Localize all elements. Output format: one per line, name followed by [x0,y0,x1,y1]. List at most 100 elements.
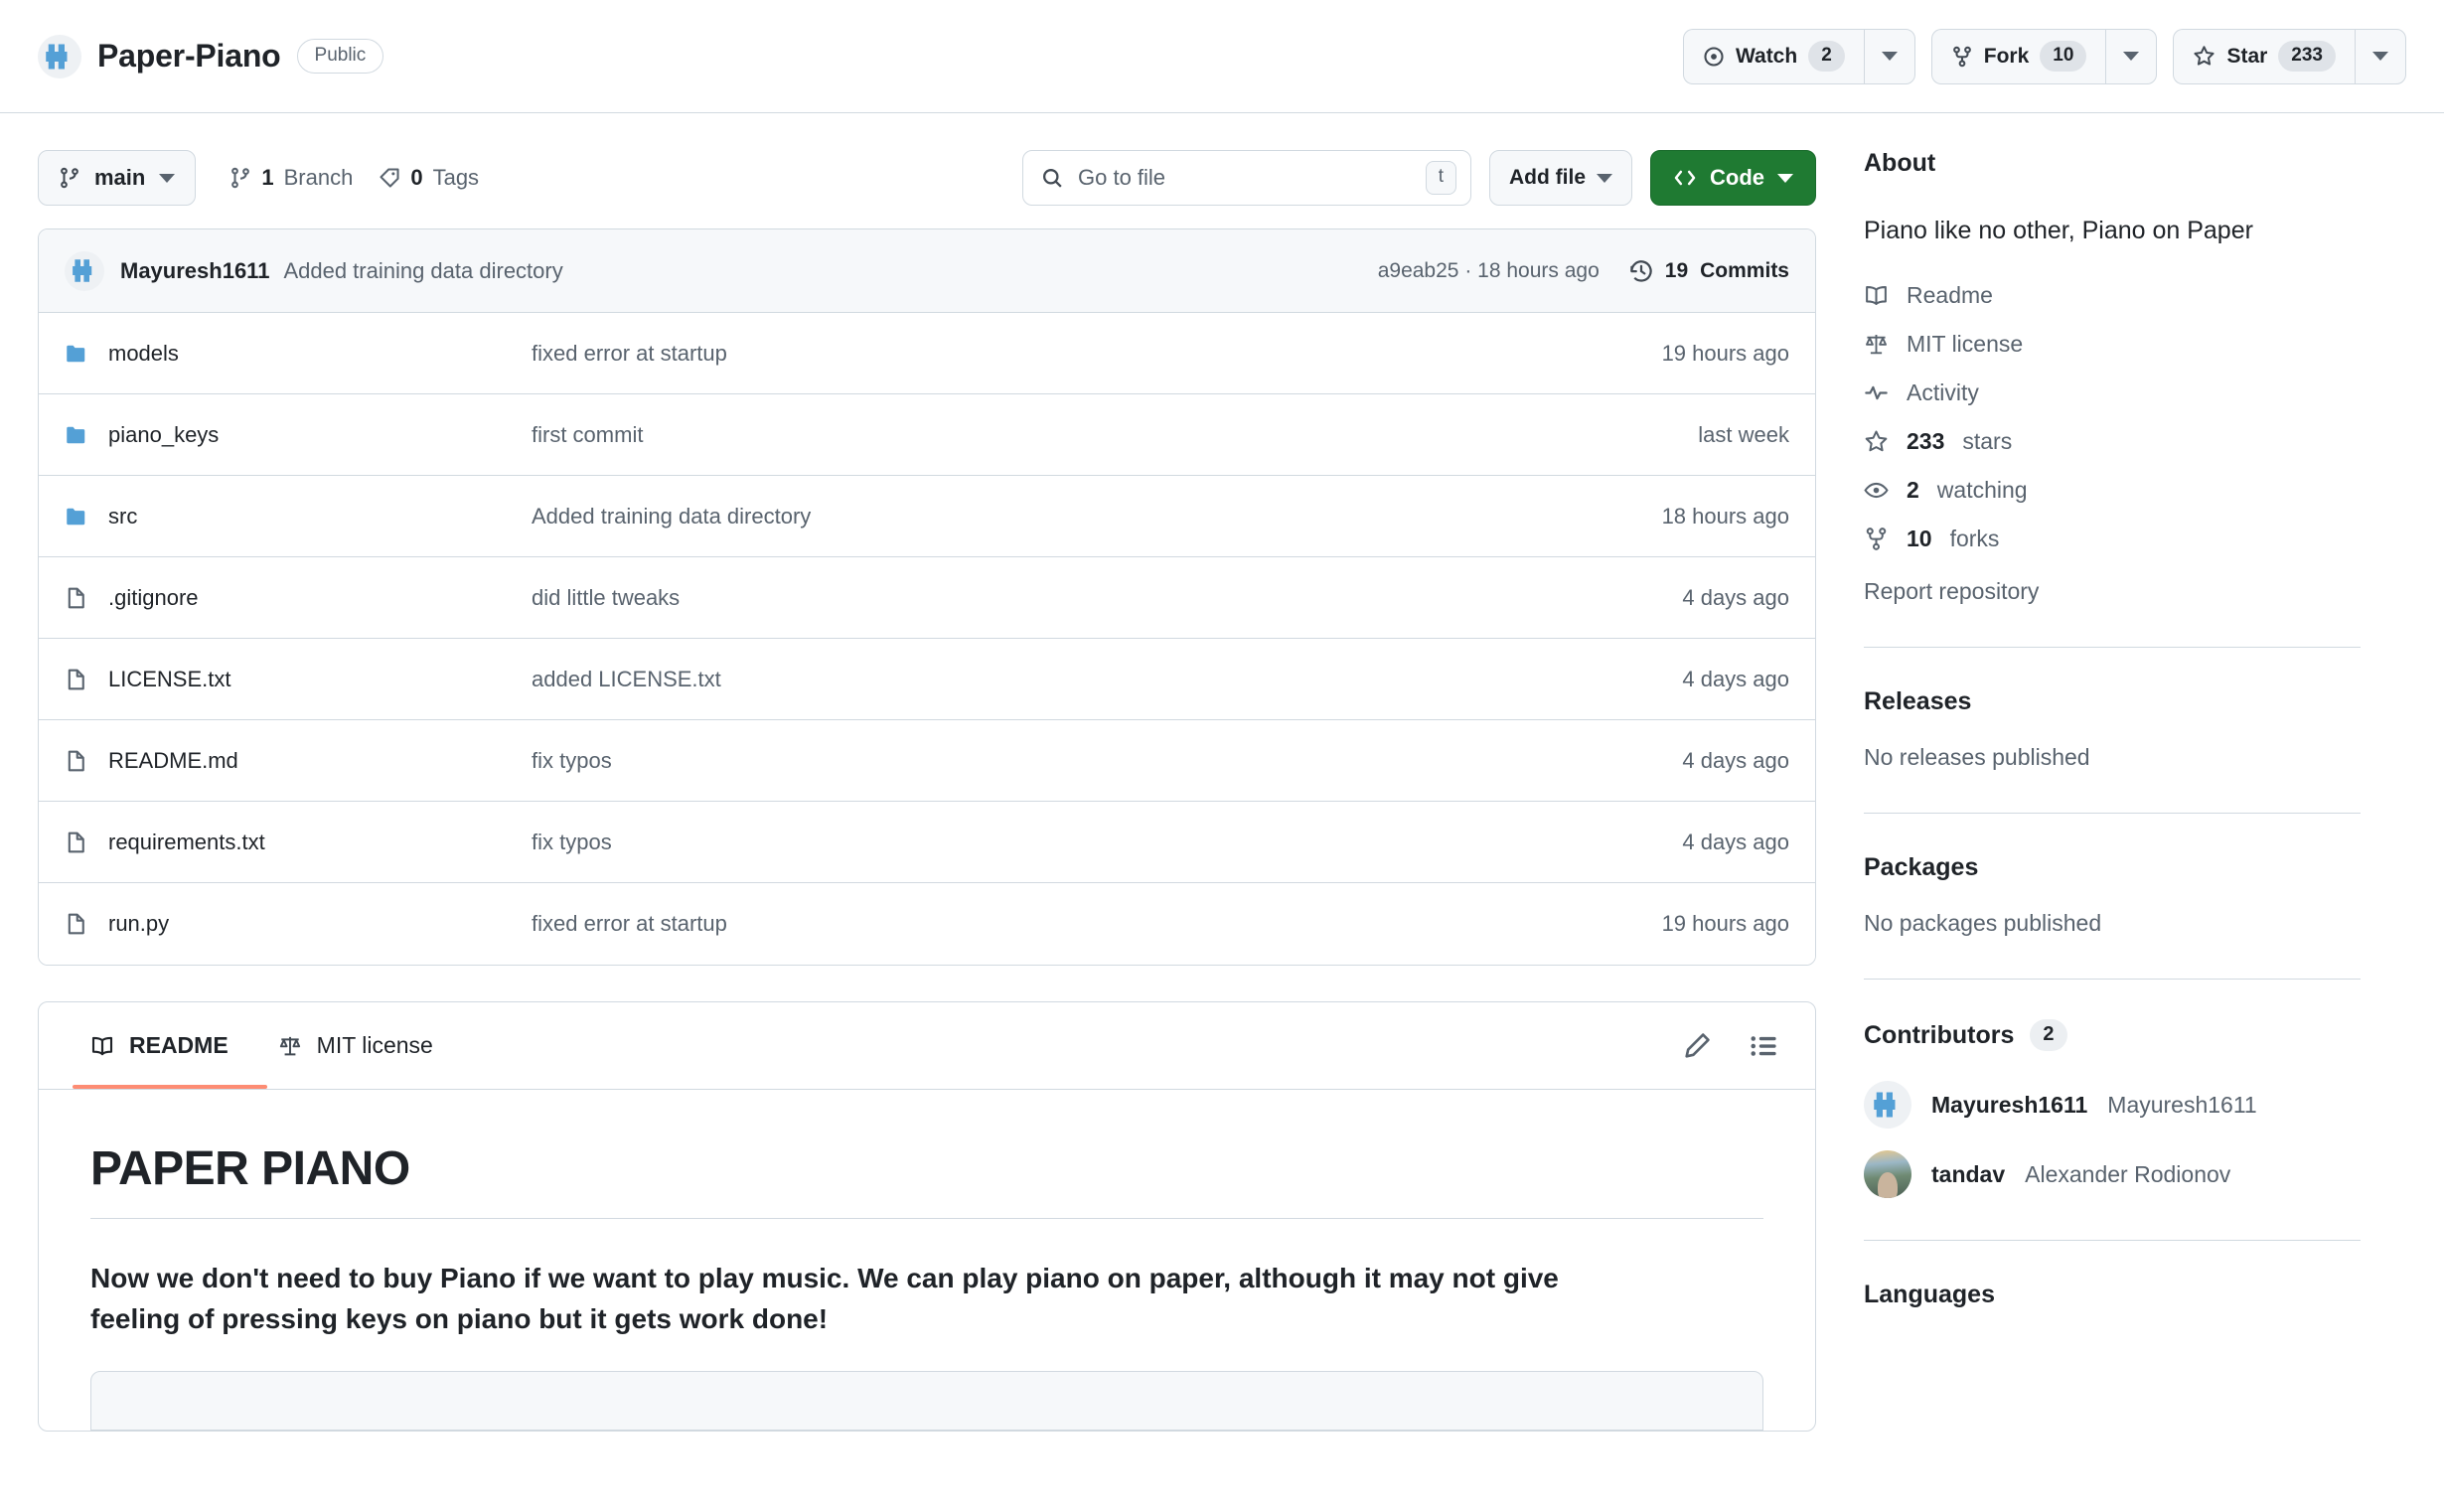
fork-label: Fork [1984,45,2030,69]
folder-icon [65,505,88,529]
fork-dropdown-button[interactable] [2105,29,2157,84]
file-commit-message[interactable]: added LICENSE.txt [532,667,1682,692]
latest-commit-bar: Mayuresh1611 Added training data directo… [39,229,1815,313]
table-row[interactable]: models fixed error at startup 19 hours a… [39,313,1815,394]
star-dropdown-button[interactable] [2355,29,2406,84]
branches-count: 1 [261,165,273,191]
license-link[interactable]: MIT license [1864,331,2361,358]
file-name-cell[interactable]: README.md [65,748,532,774]
file-name-cell[interactable]: LICENSE.txt [65,667,532,692]
commit-message[interactable]: Added training data directory [283,258,562,284]
add-file-label: Add file [1509,166,1586,190]
file-commit-message[interactable]: fixed error at startup [532,911,1662,937]
stars-link[interactable]: 233 stars [1864,428,2361,455]
avatar [1864,1150,1911,1198]
file-time: 19 hours ago [1662,341,1789,367]
file-name: .gitignore [108,585,199,611]
chevron-down-icon [2123,52,2139,61]
code-label: Code [1710,165,1764,191]
list-unordered-icon[interactable] [1750,1031,1779,1061]
tab-readme[interactable]: README [73,1002,246,1089]
tag-icon [379,167,400,189]
table-row[interactable]: run.py fixed error at startup 19 hours a… [39,883,1815,965]
divider [1864,647,2361,648]
file-commit-message[interactable]: first commit [532,422,1698,448]
star-button[interactable]: Star 233 [2173,29,2355,84]
repo-description: Piano like no other, Piano on Paper [1864,214,2361,248]
contributors-title: Contributors [1864,1021,2014,1050]
file-name-cell[interactable]: models [65,341,532,367]
code-button[interactable]: Code [1650,150,1816,206]
report-repository-link[interactable]: Report repository [1864,578,2361,605]
readme-paragraph: Now we don't need to buy Piano if we wan… [90,1259,1650,1339]
go-to-file-search[interactable]: t [1022,150,1471,206]
activity-link[interactable]: Activity [1864,379,2361,406]
tags-link[interactable]: 0 Tags [379,165,479,191]
contributor-fullname: Alexander Rodionov [2025,1161,2230,1188]
divider [1864,1240,2361,1241]
folder-icon [65,342,88,366]
table-row[interactable]: piano_keys first commit last week [39,394,1815,476]
repo-meta-links: 1 Branch 0 Tags [229,165,479,191]
repo-title-group: Paper-Piano Public [38,35,383,78]
forks-link[interactable]: 10 forks [1864,526,2361,552]
chevron-down-icon [1777,174,1793,183]
main-column: main 1 Branch 0 [38,149,1816,1432]
tags-label: Tags [433,165,479,191]
book-icon [1864,283,1889,308]
sidebar: About Piano like no other, Piano on Pape… [1864,149,2361,1432]
file-time: last week [1698,422,1789,448]
watch-dropdown-button[interactable] [1864,29,1915,84]
tags-count: 0 [410,165,422,191]
file-name-cell[interactable]: .gitignore [65,585,532,611]
contributor-fullname: Mayuresh1611 [2107,1092,2256,1119]
eye-icon [1864,478,1889,503]
list-item[interactable]: Mayuresh1611 Mayuresh1611 [1864,1081,2361,1129]
file-commit-message[interactable]: did little tweaks [532,585,1682,611]
pencil-icon[interactable] [1682,1031,1712,1061]
avatar [1864,1081,1911,1129]
file-name-cell[interactable]: run.py [65,911,532,937]
file-name: piano_keys [108,422,219,448]
table-row[interactable]: .gitignore did little tweaks 4 days ago [39,557,1815,639]
watching-link[interactable]: 2 watching [1864,477,2361,504]
table-row[interactable]: README.md fix typos 4 days ago [39,720,1815,802]
fork-button[interactable]: Fork 10 [1931,29,2106,84]
star-button-group: Star 233 [2173,29,2406,84]
watch-button[interactable]: Watch 2 [1683,29,1864,84]
file-time: 4 days ago [1682,585,1789,611]
table-row[interactable]: LICENSE.txt added LICENSE.txt 4 days ago [39,639,1815,720]
packages-title: Packages [1864,853,2361,882]
readme-card: README MIT license [38,1001,1816,1432]
readme-actions [1682,1031,1791,1061]
commit-author[interactable]: Mayuresh1611 [120,258,269,284]
branches-link[interactable]: 1 Branch [229,165,353,191]
add-file-button[interactable]: Add file [1489,150,1632,206]
file-name-cell[interactable]: piano_keys [65,422,532,448]
contributor-handle: tandav [1931,1161,2005,1188]
file-commit-message[interactable]: Added training data directory [532,504,1662,529]
readme-link[interactable]: Readme [1864,282,2361,309]
repo-logo-icon [38,35,81,78]
list-item[interactable]: tandav Alexander Rodionov [1864,1150,2361,1198]
branch-selector-button[interactable]: main [38,150,196,206]
table-row[interactable]: requirements.txt fix typos 4 days ago [39,802,1815,883]
file-icon [65,586,88,610]
chevron-down-icon [1597,174,1612,183]
file-name-cell[interactable]: requirements.txt [65,830,532,855]
fork-icon [1864,527,1889,551]
file-commit-message[interactable]: fix typos [532,830,1682,855]
tab-license[interactable]: MIT license [260,1002,451,1089]
file-time: 4 days ago [1682,830,1789,855]
commits-count-link[interactable]: 19 Commits [1629,259,1789,283]
file-table: Mayuresh1611 Added training data directo… [38,228,1816,966]
star-count: 233 [2278,41,2336,72]
file-commit-message[interactable]: fix typos [532,748,1682,774]
file-commit-message[interactable]: fixed error at startup [532,341,1662,367]
table-row[interactable]: src Added training data directory 18 hou… [39,476,1815,557]
search-input[interactable] [1078,165,1412,191]
commit-sha-time[interactable]: a9eab25 · 18 hours ago [1378,259,1600,283]
eye-icon [1703,46,1725,68]
scale-icon [278,1034,302,1058]
file-name-cell[interactable]: src [65,504,532,529]
